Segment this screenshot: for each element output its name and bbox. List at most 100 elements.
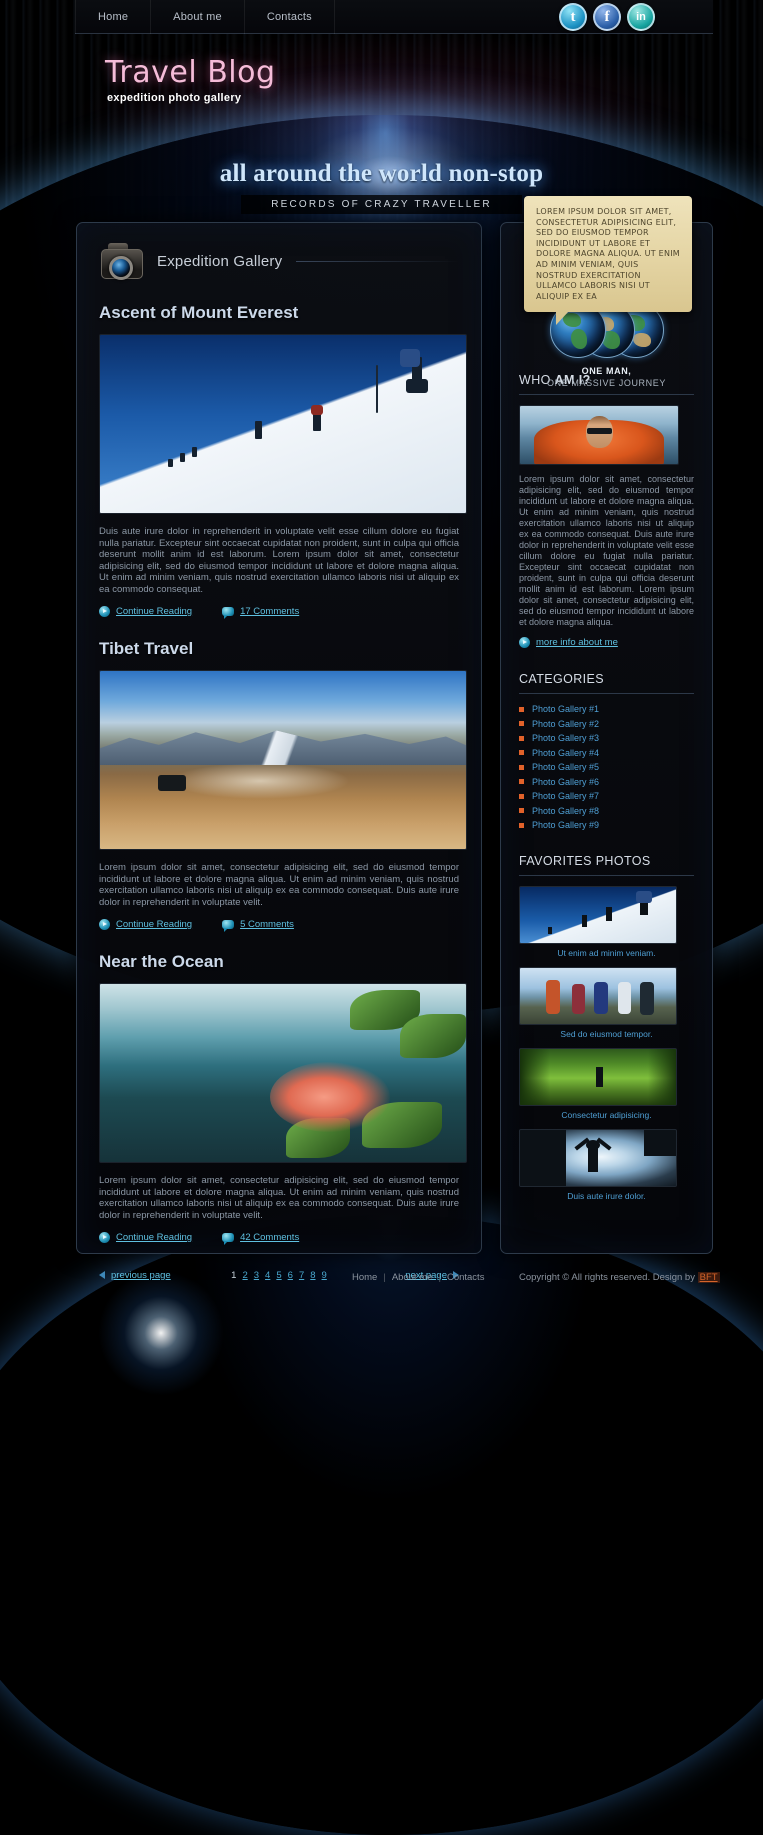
more-info-link[interactable]: more info about me	[519, 637, 694, 648]
footer-link-contacts[interactable]: Contacts	[447, 1272, 485, 1283]
arrow-circle-icon	[99, 1232, 110, 1243]
comments-link[interactable]: 42 Comments	[222, 1232, 299, 1245]
comments-link[interactable]: 5 Comments	[222, 919, 294, 932]
comment-bubble-icon	[222, 920, 235, 932]
article-title[interactable]: Near the Ocean	[99, 952, 459, 972]
favorites-heading: FAVORITES PHOTOS	[519, 854, 694, 876]
who-am-i-photo[interactable]	[519, 405, 679, 465]
facebook-icon[interactable]: f	[593, 3, 621, 31]
category-link[interactable]: Photo Gallery #7	[532, 791, 599, 801]
twitter-icon[interactable]: t	[559, 3, 587, 31]
logo-subtitle: expedition photo gallery	[107, 92, 242, 104]
list-item[interactable]: Photo Gallery #7	[519, 791, 694, 801]
article-photo-everest[interactable]	[99, 334, 467, 514]
comments-label: 17 Comments	[240, 606, 300, 617]
continue-reading-label: Continue Reading	[116, 1232, 193, 1243]
page-number-3[interactable]: 3	[254, 1270, 259, 1281]
hero-subtitle: RECORDS OF CRAZY TRAVELLER	[241, 195, 522, 214]
article-body: Lorem ipsum dolor sit amet, consectetur …	[99, 862, 459, 908]
arrow-circle-icon	[99, 606, 110, 617]
list-item[interactable]: Photo Gallery #9	[519, 820, 694, 830]
bullet-icon	[519, 779, 524, 784]
nav-item-home[interactable]: Home	[75, 0, 152, 34]
list-item[interactable]: Photo Gallery #8	[519, 806, 694, 816]
comments-label: 5 Comments	[240, 919, 294, 930]
page-number-2[interactable]: 2	[242, 1270, 247, 1281]
list-item[interactable]: Photo Gallery #5	[519, 762, 694, 772]
continue-reading-link[interactable]: Continue Reading	[99, 1232, 192, 1243]
linkedin-icon[interactable]: in	[627, 3, 655, 31]
list-item[interactable]: Photo Gallery #1	[519, 704, 694, 714]
article-links: Continue Reading 5 Comments	[99, 919, 459, 932]
page-number-4[interactable]: 4	[265, 1270, 270, 1281]
category-link[interactable]: Photo Gallery #2	[532, 719, 599, 729]
page-number-5[interactable]: 5	[276, 1270, 281, 1281]
article-title[interactable]: Tibet Travel	[99, 639, 459, 659]
categories-section: CATEGORIES Photo Gallery #1 Photo Galler…	[501, 672, 712, 830]
bullet-icon	[519, 808, 524, 813]
list-item[interactable]: Photo Gallery #6	[519, 777, 694, 787]
continue-reading-link[interactable]: Continue Reading	[99, 606, 192, 617]
copyright-text: Copyright © All rights reserved. Design …	[519, 1272, 698, 1283]
main-content-panel: Expedition Gallery Ascent of Mount Evere…	[76, 222, 482, 1281]
category-link[interactable]: Photo Gallery #3	[532, 733, 599, 743]
list-item[interactable]: Sed do eiusmod tempor.	[519, 967, 694, 1039]
category-link[interactable]: Photo Gallery #4	[532, 748, 599, 758]
category-link[interactable]: Photo Gallery #9	[532, 820, 599, 830]
favorite-photo-2[interactable]	[519, 967, 677, 1025]
article-tibet-travel: Tibet Travel Lorem ipsum dolor sit amet,…	[77, 639, 481, 932]
nav-item-about-me[interactable]: About me	[151, 0, 245, 34]
footer-link-home[interactable]: Home	[352, 1272, 377, 1283]
article-near-the-ocean: Near the Ocean Lorem ipsum dolor sit ame…	[77, 952, 481, 1245]
favorite-photo-3[interactable]	[519, 1048, 677, 1106]
social-links: t f in	[559, 3, 655, 31]
page-number-1[interactable]: 1	[231, 1270, 236, 1281]
page-number-9[interactable]: 9	[322, 1270, 327, 1281]
page-number-8[interactable]: 8	[310, 1270, 315, 1281]
category-link[interactable]: Photo Gallery #8	[532, 806, 599, 816]
article-title[interactable]: Ascent of Mount Everest	[99, 303, 459, 323]
comments-link[interactable]: 17 Comments	[222, 606, 300, 619]
header-divider	[296, 260, 459, 262]
designer-link[interactable]: BFT	[697, 1272, 720, 1283]
arrow-circle-icon	[519, 637, 530, 648]
category-link[interactable]: Photo Gallery #1	[532, 704, 599, 714]
categories-heading: CATEGORIES	[519, 672, 694, 694]
page-number-7[interactable]: 7	[299, 1270, 304, 1281]
favorite-photo-4[interactable]	[519, 1129, 677, 1187]
favorite-photo-1[interactable]	[519, 886, 677, 944]
who-am-i-section: WHO AM I? Lorem ipsum dolor sit amet, co…	[501, 373, 712, 648]
tagline: ONE MAN, ONE MASSIVE JOURNEY	[500, 366, 713, 388]
top-navigation-bar: Home About me Contacts t f in	[75, 0, 713, 34]
list-item[interactable]: Duis aute irure dolor.	[519, 1129, 694, 1201]
list-item[interactable]: Photo Gallery #2	[519, 719, 694, 729]
continue-reading-link[interactable]: Continue Reading	[99, 919, 192, 930]
favorite-caption: Ut enim ad minim veniam.	[557, 948, 656, 958]
bullet-icon	[519, 793, 524, 799]
nav-item-contacts[interactable]: Contacts	[245, 0, 335, 34]
site-logo[interactable]: Travel Blog expedition photo gallery	[105, 55, 276, 104]
list-item[interactable]: Photo Gallery #4	[519, 748, 694, 758]
list-item[interactable]: Ut enim ad minim veniam.	[519, 886, 694, 958]
article-photo-ocean[interactable]	[99, 983, 467, 1163]
arrow-circle-icon	[99, 919, 110, 930]
footer-navigation: Home | About me | Contacts	[352, 1272, 484, 1283]
footer-link-about-me[interactable]: About me	[392, 1272, 433, 1283]
favorite-caption: Consectetur adipisicing.	[561, 1110, 652, 1120]
article-ascent-of-mount-everest: Ascent of Mount Everest Duis aute irure …	[77, 303, 481, 619]
footer-separator: |	[438, 1272, 441, 1283]
article-links: Continue Reading 42 Comments	[99, 1232, 459, 1245]
camera-icon	[99, 241, 145, 281]
list-item[interactable]: Consectetur adipisicing.	[519, 1048, 694, 1120]
article-body: Duis aute irure dolor in reprehenderit i…	[99, 526, 459, 595]
page-number-6[interactable]: 6	[288, 1270, 293, 1281]
list-item[interactable]: Photo Gallery #3	[519, 733, 694, 743]
category-link[interactable]: Photo Gallery #5	[532, 762, 599, 772]
categories-list: Photo Gallery #1 Photo Gallery #2 Photo …	[519, 704, 694, 830]
continue-reading-label: Continue Reading	[116, 606, 193, 617]
more-info-label: more info about me	[536, 637, 618, 648]
bullet-icon	[519, 822, 524, 828]
comment-bubble-icon	[222, 1233, 235, 1245]
article-photo-tibet[interactable]	[99, 670, 467, 850]
category-link[interactable]: Photo Gallery #6	[532, 777, 599, 787]
